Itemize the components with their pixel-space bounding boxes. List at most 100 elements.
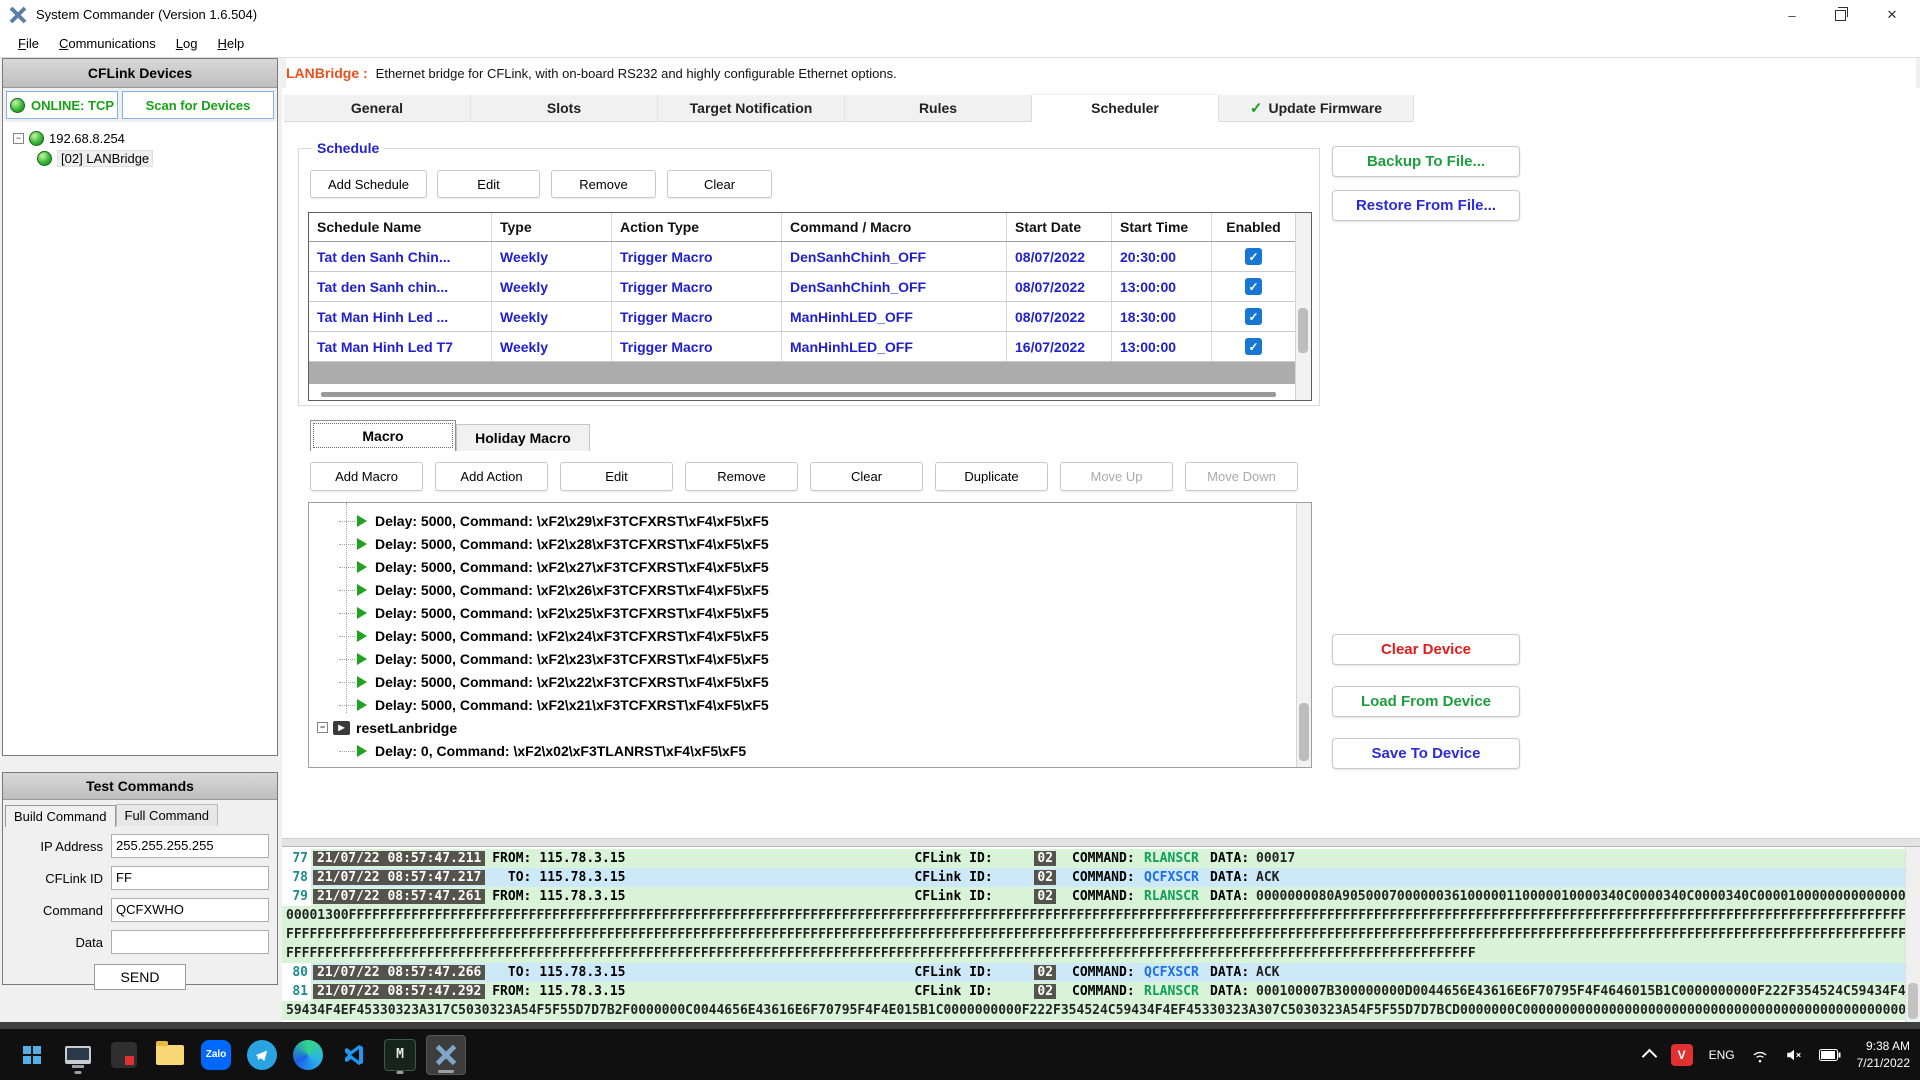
macro-action-item[interactable]: Delay: 5000, Command: \xF2\x22\xF3TCFXRS…	[309, 670, 1296, 693]
edge-icon	[293, 1040, 323, 1070]
edit-schedule-button[interactable]: Edit	[437, 170, 540, 198]
enabled-checkbox[interactable]: ✓	[1245, 248, 1262, 265]
tab-holiday-macro[interactable]: Holiday Macro	[456, 424, 590, 451]
add-macro-button[interactable]: Add Macro	[310, 462, 423, 491]
table-vertical-scrollbar[interactable]	[1295, 213, 1311, 400]
add-schedule-button[interactable]: Add Schedule	[310, 170, 427, 198]
collapse-icon[interactable]: −	[317, 722, 328, 733]
tab-scheduler[interactable]: Scheduler	[1032, 95, 1219, 122]
enabled-checkbox[interactable]: ✓	[1245, 338, 1262, 355]
vscode-button[interactable]	[334, 1035, 374, 1075]
macro-action-item[interactable]: Delay: 5000, Command: \xF2\x27\xF3TCFXRS…	[309, 555, 1296, 578]
remove-macro-button[interactable]: Remove	[685, 462, 798, 491]
table-row[interactable]: Tat den Sanh chin... Weekly Trigger Macr…	[309, 272, 1311, 302]
move-up-button[interactable]: Move Up	[1060, 462, 1173, 491]
tab-build-command[interactable]: Build Command	[5, 805, 116, 827]
terminal-app-button[interactable]: M	[380, 1035, 420, 1075]
scrollbar-thumb[interactable]	[1298, 308, 1308, 353]
device-description-bar: LANBridge : Ethernet bridge for CFLink, …	[286, 58, 1916, 88]
tree-node-root[interactable]: − 192.68.8.254	[13, 128, 277, 148]
scrollbar-thumb[interactable]	[1299, 703, 1309, 761]
test-commands-panel: Test Commands Build Command Full Command…	[2, 772, 278, 985]
macro-action-item[interactable]: Delay: 5000, Command: \xF2\x26\xF3TCFXRS…	[309, 578, 1296, 601]
zalo-button[interactable]: Zalo	[196, 1035, 236, 1075]
menu-file[interactable]: File	[8, 32, 49, 55]
save-to-device-button[interactable]: Save To Device	[1332, 738, 1520, 769]
tab-general-label: General	[351, 100, 403, 116]
online-status-label: ONLINE: TCP	[31, 98, 114, 113]
scan-for-devices-button[interactable]: Scan for Devices	[122, 91, 274, 119]
command-field[interactable]: QCFXWHO	[111, 898, 269, 922]
enabled-checkbox[interactable]: ✓	[1245, 308, 1262, 325]
restore-button[interactable]	[1816, 0, 1864, 30]
macro-list-scrollbar[interactable]	[1296, 503, 1311, 767]
start-button[interactable]	[12, 1035, 52, 1075]
add-action-button[interactable]: Add Action	[435, 462, 548, 491]
restore-from-file-button[interactable]: Restore From File...	[1332, 190, 1520, 221]
tab-update-firmware[interactable]: ✓ Update Firmware	[1219, 95, 1414, 122]
tab-target-notification[interactable]: Target Notification	[658, 95, 845, 122]
clear-device-button[interactable]: Clear Device	[1332, 634, 1520, 665]
macro-group-item[interactable]: − ▶ resetLanbridge	[309, 716, 1296, 739]
menu-help[interactable]: Help	[208, 32, 255, 55]
data-field[interactable]	[111, 930, 269, 954]
tab-macro[interactable]: Macro	[310, 420, 456, 451]
edit-macro-button[interactable]: Edit	[560, 462, 673, 491]
log-continuation: FFFFFFFFFFFFFFFFFFFFFFFFFFFFFFFFFFFFFFFF…	[282, 925, 1906, 944]
edge-button[interactable]	[288, 1035, 328, 1075]
device-status-icon	[29, 131, 44, 146]
duplicate-macro-button[interactable]: Duplicate	[935, 462, 1048, 491]
table-horizontal-scrollbar[interactable]	[309, 384, 1296, 401]
cflink-id-field[interactable]: FF	[111, 866, 269, 890]
move-down-button[interactable]: Move Down	[1185, 462, 1298, 491]
remove-schedule-button[interactable]: Remove	[551, 170, 656, 198]
battery-icon[interactable]	[1819, 1049, 1841, 1061]
clock[interactable]: 9:38 AM 7/21/2022	[1857, 1038, 1910, 1070]
macro-action-item[interactable]: Delay: 5000, Command: \xF2\x21\xF3TCFXRS…	[309, 693, 1296, 716]
device-name: LANBridge :	[286, 65, 368, 81]
enabled-checkbox[interactable]: ✓	[1245, 278, 1262, 295]
macro-action-item[interactable]: Delay: 5000, Command: \xF2\x25\xF3TCFXRS…	[309, 601, 1296, 624]
tree-node-lanbridge[interactable]: [02] LANBridge	[37, 148, 277, 168]
ip-address-field[interactable]: 255.255.255.255	[111, 834, 269, 858]
scrollbar-thumb[interactable]	[1908, 983, 1918, 1019]
tab-general[interactable]: General	[284, 95, 471, 122]
online-status-button[interactable]: ONLINE: TCP	[6, 91, 118, 119]
volume-muted-icon[interactable]	[1785, 1046, 1803, 1064]
clear-macro-button[interactable]: Clear	[810, 462, 923, 491]
menu-communications[interactable]: Communications	[49, 32, 166, 55]
language-indicator[interactable]: ENG	[1709, 1048, 1735, 1062]
macro-action-item[interactable]: Delay: 5000, Command: \xF2\x28\xF3TCFXRS…	[309, 532, 1296, 555]
macro-action-item[interactable]: Delay: 5000, Command: \xF2\x23\xF3TCFXRS…	[309, 647, 1296, 670]
menu-log[interactable]: Log	[166, 32, 208, 55]
macro-action-item[interactable]: Delay: 0, Command: \xF2\x02\xF3TLANRST\x…	[309, 739, 1296, 762]
macro-action-item[interactable]: Delay: 5000, Command: \xF2\x24\xF3TCFXRS…	[309, 624, 1296, 647]
panel-splitter[interactable]	[282, 838, 1920, 846]
minimize-button[interactable]: –	[1768, 0, 1816, 30]
app-logo-icon	[9, 6, 27, 24]
log-vertical-scrollbar[interactable]	[1905, 847, 1920, 1023]
scrollbar-thumb[interactable]	[321, 392, 1276, 397]
backup-to-file-button[interactable]: Backup To File...	[1332, 146, 1520, 177]
clear-schedule-button[interactable]: Clear	[667, 170, 772, 198]
load-from-device-button[interactable]: Load From Device	[1332, 686, 1520, 717]
collapse-icon[interactable]: −	[13, 133, 24, 144]
tab-rules[interactable]: Rules	[845, 95, 1032, 122]
close-button[interactable]: ✕	[1864, 0, 1920, 30]
table-row[interactable]: Tat den Sanh Chin... Weekly Trigger Macr…	[309, 242, 1311, 272]
tab-full-command[interactable]: Full Command	[116, 804, 219, 826]
tray-expand-icon[interactable]	[1641, 1049, 1657, 1065]
macro-action-item[interactable]: Delay: 5000, Command: \xF2\x29\xF3TCFXRS…	[309, 509, 1296, 532]
system-commander-taskbar-button[interactable]	[426, 1035, 466, 1075]
telegram-button[interactable]	[242, 1035, 282, 1075]
tray-app-badge[interactable]: V	[1671, 1044, 1693, 1066]
table-row[interactable]: Tat Man Hinh Led T7 Weekly Trigger Macro…	[309, 332, 1311, 362]
taskbar-app-monitor[interactable]	[58, 1035, 98, 1075]
taskbar-app-dark[interactable]	[104, 1035, 144, 1075]
wifi-icon[interactable]	[1751, 1046, 1769, 1064]
send-button[interactable]: SEND	[94, 964, 186, 990]
action-play-icon	[357, 676, 367, 688]
tab-slots[interactable]: Slots	[471, 95, 658, 122]
table-row[interactable]: Tat Man Hinh Led ... Weekly Trigger Macr…	[309, 302, 1311, 332]
file-explorer-button[interactable]	[150, 1035, 190, 1075]
